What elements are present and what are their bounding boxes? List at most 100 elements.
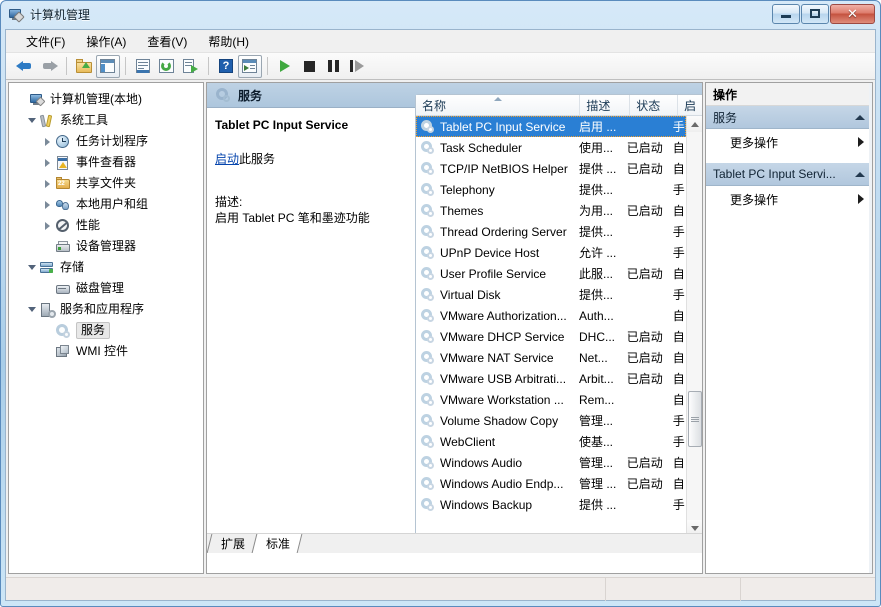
twisty-expanded[interactable]	[25, 261, 38, 274]
table-row[interactable]: VMware Authorization... Auth... 自	[416, 305, 686, 326]
scroll-up-button[interactable]	[687, 116, 702, 132]
services-pane-body: Tablet PC Input Service 启动此服务 描述: 启用 Tab…	[207, 94, 702, 553]
vertical-scroll-thumb[interactable]	[688, 391, 702, 447]
toolbar-separator	[267, 57, 268, 75]
export-list-button[interactable]	[179, 55, 203, 78]
services-applications-icon	[39, 302, 56, 318]
up-one-level-button[interactable]	[72, 55, 96, 78]
service-description-cell: 管理 ...	[578, 477, 617, 491]
twisty-expanded[interactable]	[25, 303, 38, 316]
table-row[interactable]: Themes 为用... 已启动自	[416, 200, 686, 221]
table-row[interactable]: Virtual Disk 提供... 手	[416, 284, 686, 305]
table-row[interactable]: User Profile Service 此服... 已启动自	[416, 263, 686, 284]
service-name-label: VMware USB Arbitrati...	[440, 371, 567, 386]
start-service-link[interactable]: 启动	[215, 152, 239, 166]
table-row[interactable]: Windows Backup 提供 ... 手	[416, 494, 686, 515]
help-button[interactable]: ?	[214, 55, 238, 78]
twisty-expanded[interactable]	[25, 114, 38, 127]
actions-pane-scroll-strip[interactable]	[869, 83, 872, 573]
tree-item-label: 服务	[76, 322, 111, 339]
table-row[interactable]: VMware USB Arbitrati... Arbit... 已启动自	[416, 368, 686, 389]
chevron-up-icon[interactable]	[855, 114, 865, 120]
table-row[interactable]: UPnP Device Host 允许 ... 手	[416, 242, 686, 263]
start-service-icon	[280, 60, 290, 72]
tree-item-disk-management[interactable]: 磁盘管理	[9, 278, 203, 299]
menu-file[interactable]: 文件(F)	[16, 30, 76, 53]
maximize-button[interactable]	[801, 3, 829, 24]
tree-item-storage[interactable]: 存储	[9, 257, 203, 278]
wmi-control-icon	[55, 344, 72, 360]
twisty-collapsed[interactable]	[41, 219, 54, 232]
table-row[interactable]: Volume Shadow Copy 管理... 手	[416, 410, 686, 431]
tree-item-local-users-groups[interactable]: 本地用户和组	[9, 194, 203, 215]
table-row[interactable]: Windows Audio 管理... 已启动自	[416, 452, 686, 473]
actions-group-selected-service[interactable]: Tablet PC Input Servi...	[706, 163, 872, 186]
table-row[interactable]: Thread Ordering Server 提供... 手	[416, 221, 686, 242]
twisty-collapsed[interactable]	[41, 135, 54, 148]
table-row[interactable]: Windows Audio Endp... 管理 ... 已启动自	[416, 473, 686, 494]
refresh-button[interactable]	[155, 55, 179, 78]
title-bar[interactable]: 计算机管理 ✕	[1, 1, 880, 28]
restart-service-button[interactable]	[345, 55, 369, 78]
tree-item-device-manager[interactable]: 设备管理器	[9, 236, 203, 257]
back-button[interactable]	[13, 55, 37, 78]
tree-item-wmi-control[interactable]: WMI 控件	[9, 341, 203, 362]
table-row[interactable]: Tablet PC Input Service 启用 ... 手	[416, 116, 686, 137]
menu-action[interactable]: 操作(A)	[76, 30, 137, 53]
tree-item-computer-management[interactable]: 计算机管理(本地)	[9, 89, 203, 110]
service-gear-icon	[420, 119, 435, 134]
storage-icon	[39, 260, 56, 276]
tree-item-event-viewer[interactable]: 事件查看器	[9, 152, 203, 173]
show-action-pane-button[interactable]	[238, 54, 262, 78]
tree-item-services-and-applications[interactable]: 服务和应用程序	[9, 299, 203, 320]
pause-service-button[interactable]	[321, 55, 345, 78]
column-header-startup-type[interactable]: 启	[678, 95, 702, 115]
service-gear-icon	[420, 140, 435, 155]
computer-management-window: 计算机管理 ✕ 文件(F) 操作(A) 查看(V) 帮助(H) ? 计算机管理(…	[0, 0, 881, 607]
show-hide-console-tree-button[interactable]	[96, 54, 120, 78]
start-service-button[interactable]	[273, 55, 297, 78]
tab-standard[interactable]: 标准	[251, 534, 303, 553]
minimize-button[interactable]	[772, 3, 800, 24]
tree-item-services[interactable]: 服务	[9, 320, 203, 341]
table-row[interactable]: VMware DHCP Service DHC... 已启动自	[416, 326, 686, 347]
tree-item-label: WMI 控件	[76, 344, 128, 358]
toolbar-separator	[66, 57, 67, 75]
computer-management-icon	[8, 7, 25, 23]
column-header-status[interactable]: 状态	[630, 95, 679, 115]
table-row[interactable]: TCP/IP NetBIOS Helper 提供 ... 已启动自	[416, 158, 686, 179]
twisty-collapsed[interactable]	[41, 177, 54, 190]
tree-item-shared-folders[interactable]: 22 共享文件夹	[9, 173, 203, 194]
service-startup-type-cell: 手	[672, 414, 685, 428]
twisty-collapsed[interactable]	[41, 156, 54, 169]
table-row[interactable]: VMware NAT Service Net... 已启动自	[416, 347, 686, 368]
table-row[interactable]: WebClient 使基... 手	[416, 431, 686, 452]
close-button[interactable]: ✕	[830, 3, 875, 24]
table-row[interactable]: Task Scheduler 使用... 已启动自	[416, 137, 686, 158]
column-header-name[interactable]: 名称	[416, 95, 581, 115]
menu-view[interactable]: 查看(V)	[137, 30, 198, 53]
service-name-cell: UPnP Device Host	[416, 245, 573, 260]
actions-group-services[interactable]: 服务	[706, 106, 872, 129]
tree-item-performance[interactable]: 性能	[9, 215, 203, 236]
more-actions-selected-service[interactable]: 更多操作	[706, 186, 872, 212]
table-row[interactable]: Telephony 提供... 手	[416, 179, 686, 200]
services-list-body[interactable]: Tablet PC Input Service 启用 ... 手 Task Sched…	[416, 116, 686, 536]
forward-button[interactable]	[37, 55, 61, 78]
menu-help[interactable]: 帮助(H)	[198, 30, 260, 53]
twisty-collapsed[interactable]	[41, 198, 54, 211]
menu-bar: 文件(F) 操作(A) 查看(V) 帮助(H)	[6, 30, 875, 53]
table-row[interactable]: VMware Workstation ... Rem... 自	[416, 389, 686, 410]
service-gear-icon	[420, 371, 435, 386]
service-description-cell: Rem...	[578, 392, 615, 407]
stop-service-button[interactable]	[297, 55, 321, 78]
properties-button[interactable]	[131, 55, 155, 78]
tab-extended[interactable]: 扩展	[207, 534, 258, 553]
column-header-description[interactable]: 描述	[580, 95, 631, 115]
tree-item-system-tools[interactable]: 系统工具	[9, 110, 203, 131]
tree-item-task-scheduler[interactable]: 任务计划程序	[9, 131, 203, 152]
service-description-cell: Auth...	[578, 308, 614, 323]
more-actions-services[interactable]: 更多操作	[706, 129, 872, 155]
services-list-vertical-scrollbar[interactable]	[686, 116, 702, 536]
chevron-up-icon[interactable]	[855, 171, 865, 177]
